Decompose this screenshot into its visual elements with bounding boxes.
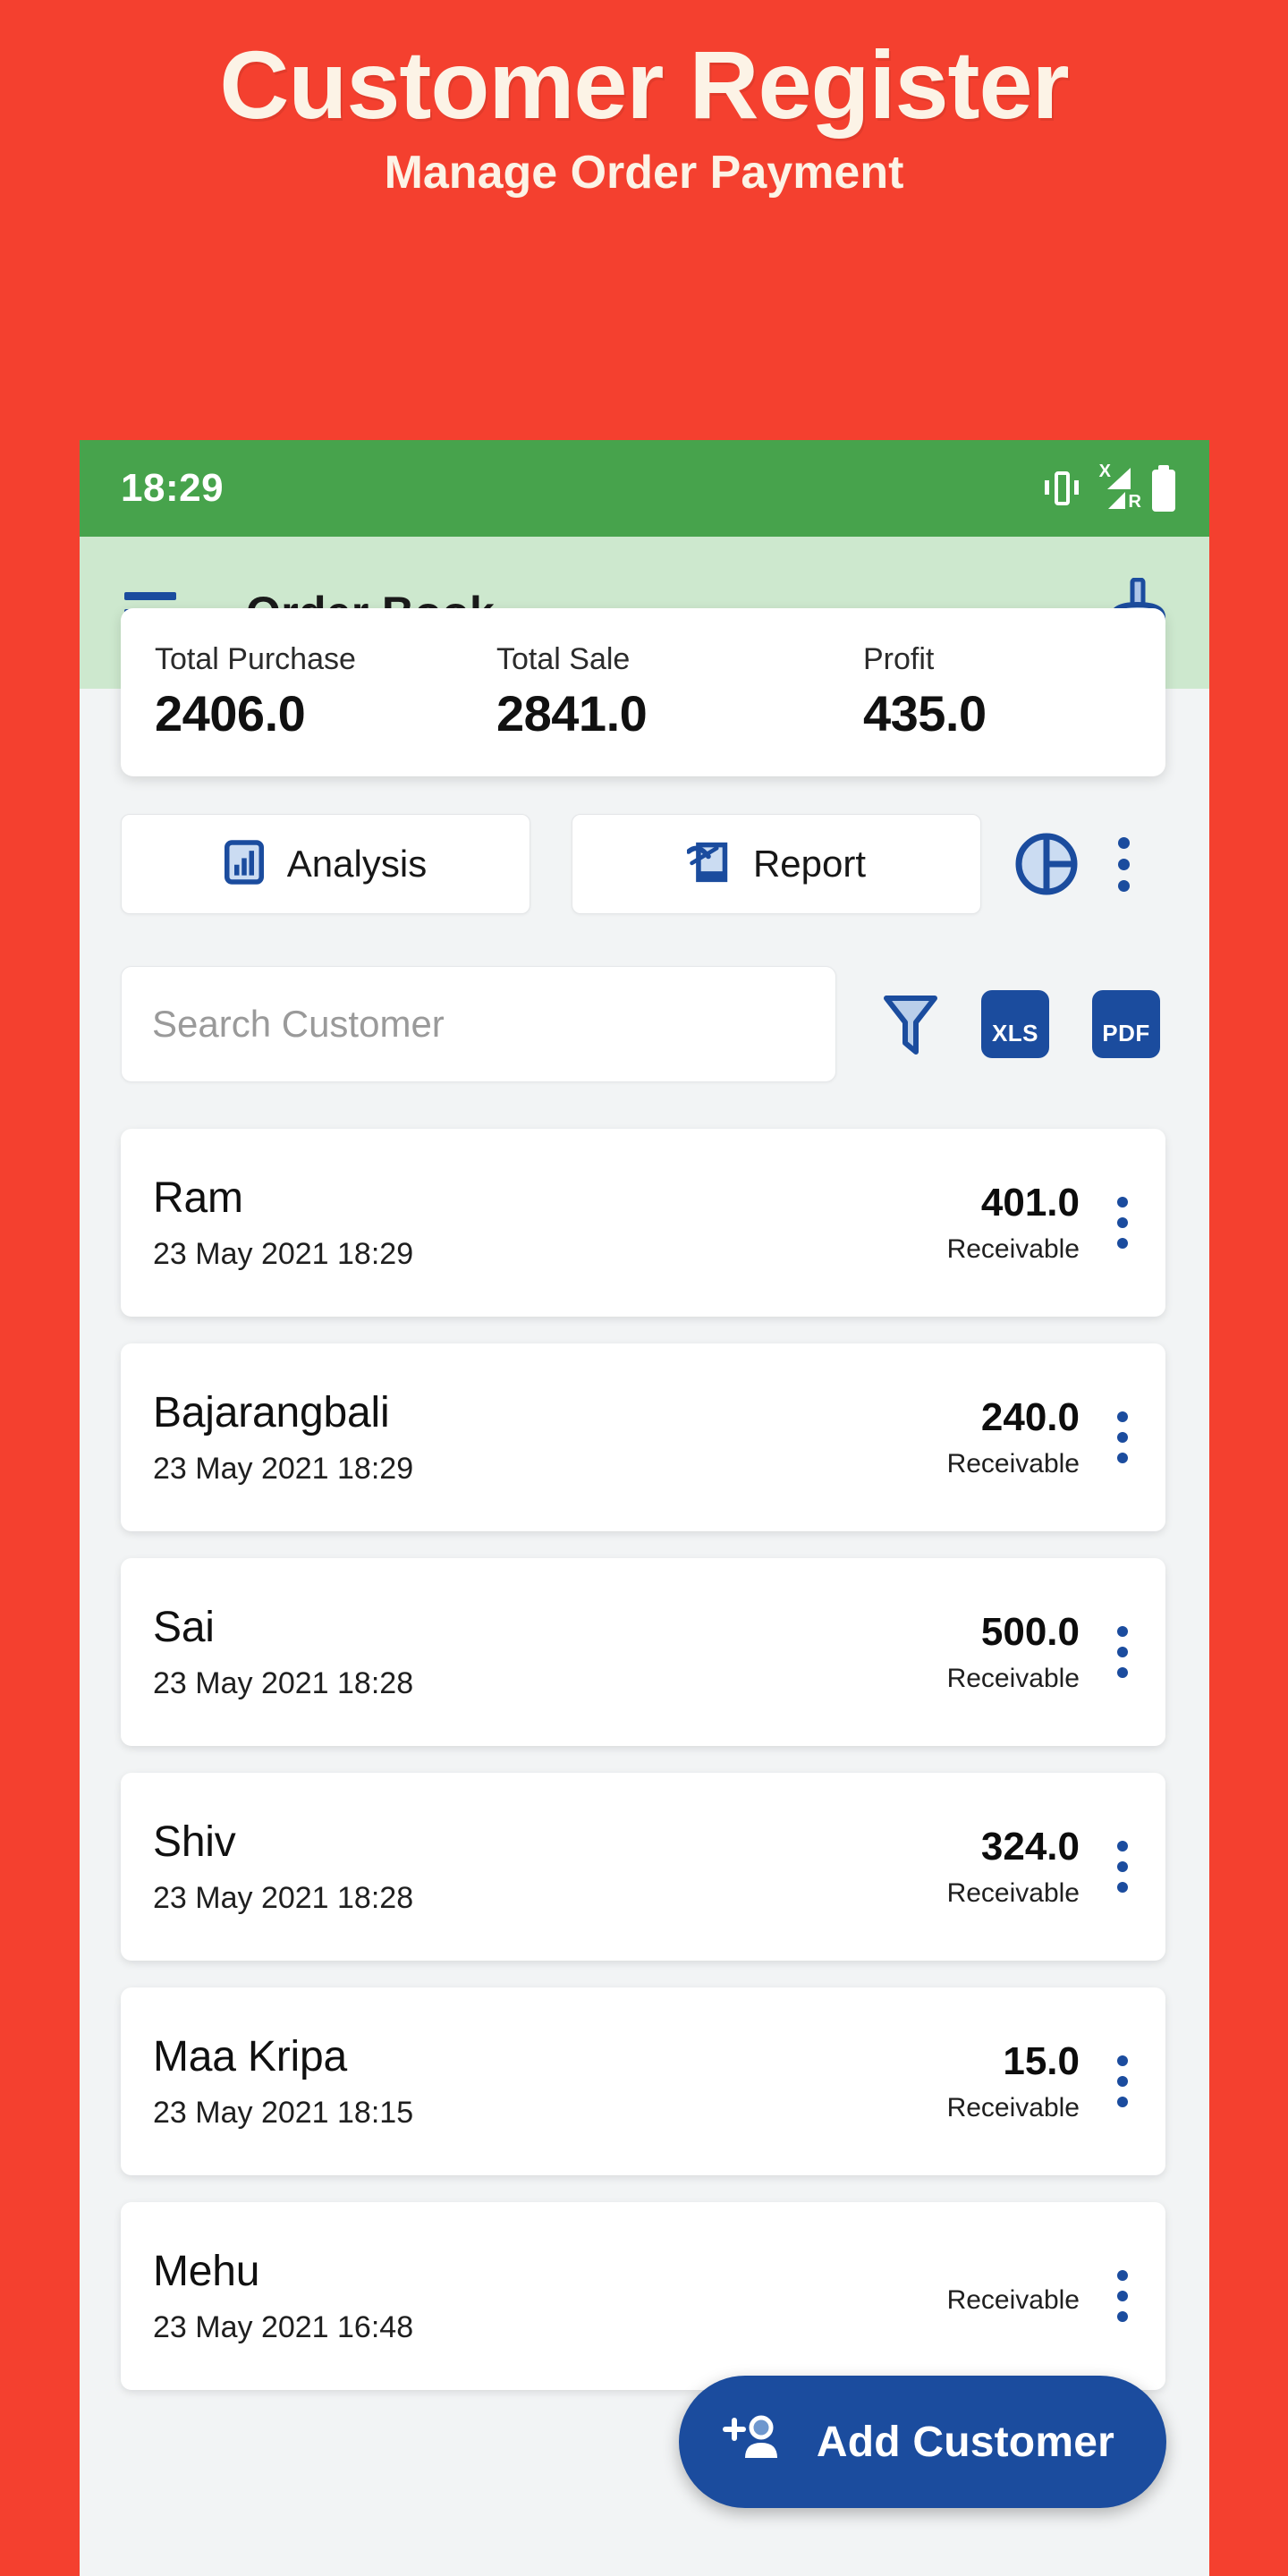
customer-amount-block: 240.0 Receivable xyxy=(947,1395,1080,1479)
customer-amount-block: 324.0 Receivable xyxy=(947,1825,1080,1909)
phone-screen: 18:29 X R Order Book xyxy=(80,440,1209,2576)
row-more-vertical-icon[interactable] xyxy=(1103,1197,1142,1249)
customer-date: 23 May 2021 16:48 xyxy=(153,2310,414,2344)
row-more-vertical-icon[interactable] xyxy=(1103,2270,1142,2322)
report-document-pen-icon xyxy=(686,840,730,889)
summary-label: Profit xyxy=(863,642,935,676)
row-more-vertical-icon[interactable] xyxy=(1103,2055,1142,2107)
report-button[interactable]: Report xyxy=(572,814,981,914)
customer-amount: 15.0 xyxy=(1003,2039,1080,2083)
analysis-button[interactable]: Analysis xyxy=(121,814,530,914)
customer-date: 23 May 2021 18:28 xyxy=(153,1666,414,1700)
table-row[interactable]: Mehu 23 May 2021 16:48 Receivable xyxy=(121,2202,1165,2390)
summary-item-profit: Profit 435.0 xyxy=(863,642,987,742)
table-row[interactable]: Maa Kripa 23 May 2021 18:15 15.0 Receiva… xyxy=(121,1987,1165,2175)
customer-info: Sai 23 May 2021 18:28 xyxy=(153,1603,947,1701)
customer-date: 23 May 2021 18:15 xyxy=(153,2096,414,2130)
row-more-vertical-icon[interactable] xyxy=(1103,1626,1142,1678)
customer-amount-block: Receivable xyxy=(947,2276,1080,2316)
more-vertical-icon[interactable] xyxy=(1103,836,1144,892)
customer-amount: 500.0 xyxy=(980,1610,1080,1654)
customer-name: Sai xyxy=(153,1604,215,1651)
summary-card: Total Purchase 2406.0 Total Sale 2841.0 … xyxy=(121,608,1165,776)
customer-date: 23 May 2021 18:29 xyxy=(153,1237,414,1271)
actions-row: Analysis Report xyxy=(121,814,1165,914)
promo-banner: Customer Register Manage Order Payment xyxy=(0,0,1288,440)
report-button-label: Report xyxy=(752,843,867,885)
customer-amount: 240.0 xyxy=(980,1395,1080,1439)
export-xls-label: XLS xyxy=(991,1020,1039,1046)
status-badge: Receivable xyxy=(946,1878,1080,1908)
customer-amount-block: 401.0 Receivable xyxy=(947,1181,1080,1265)
summary-label: Total Sale xyxy=(496,642,631,676)
customer-list: Ram 23 May 2021 18:29 401.0 Receivable B… xyxy=(121,1129,1165,2417)
vibrate-icon xyxy=(1045,468,1079,509)
customer-name: Ram xyxy=(153,1174,243,1222)
bar-chart-icon xyxy=(224,839,264,889)
status-bar-time: 18:29 xyxy=(121,466,225,510)
customer-info: Mehu 23 May 2021 16:48 xyxy=(153,2247,947,2345)
summary-item-total-purchase: Total Purchase 2406.0 xyxy=(155,642,496,742)
customer-name: Bajarangbali xyxy=(153,1389,390,1436)
funnel-filter-icon[interactable] xyxy=(883,993,938,1055)
search-input[interactable] xyxy=(152,1003,805,1046)
customer-info: Bajarangbali 23 May 2021 18:29 xyxy=(153,1388,947,1487)
customer-amount-block: 15.0 Receivable xyxy=(947,2039,1080,2123)
signal-r-label: R xyxy=(1128,492,1141,512)
customer-info: Maa Kripa 23 May 2021 18:15 xyxy=(153,2032,947,2131)
row-more-vertical-icon[interactable] xyxy=(1103,1411,1142,1463)
export-pdf-button[interactable]: PDF xyxy=(1092,990,1160,1058)
status-badge: Receivable xyxy=(946,1664,1080,1693)
status-bar-icons: X R xyxy=(1045,462,1175,512)
person-add-icon xyxy=(720,2413,784,2471)
analysis-button-label: Analysis xyxy=(286,843,428,885)
export-pdf-label: PDF xyxy=(1102,1020,1150,1046)
customer-name: Maa Kripa xyxy=(153,2033,347,2080)
status-badge: Receivable xyxy=(946,2285,1080,2315)
customer-amount: 324.0 xyxy=(980,1825,1080,1868)
summary-item-total-sale: Total Sale 2841.0 xyxy=(496,642,863,742)
table-row[interactable]: Shiv 23 May 2021 18:28 324.0 Receivable xyxy=(121,1773,1165,1961)
search-row: XLS PDF xyxy=(121,966,1165,1082)
row-more-vertical-icon[interactable] xyxy=(1103,1841,1142,1893)
summary-value: 2841.0 xyxy=(496,685,648,741)
table-row[interactable]: Bajarangbali 23 May 2021 18:29 240.0 Rec… xyxy=(121,1343,1165,1531)
battery-icon xyxy=(1152,465,1175,512)
customer-info: Ram 23 May 2021 18:29 xyxy=(153,1174,947,1272)
screen-content: Total Purchase 2406.0 Total Sale 2841.0 … xyxy=(80,608,1209,2576)
customer-name: Shiv xyxy=(153,1818,236,1866)
pie-chart-icon[interactable] xyxy=(1013,831,1080,897)
customer-info: Shiv 23 May 2021 18:28 xyxy=(153,1818,947,1916)
search-box[interactable] xyxy=(121,966,836,1082)
customer-name: Mehu xyxy=(153,2248,260,2295)
table-row[interactable]: Sai 23 May 2021 18:28 500.0 Receivable xyxy=(121,1558,1165,1746)
customer-date: 23 May 2021 18:28 xyxy=(153,1881,414,1915)
summary-value: 435.0 xyxy=(863,685,987,741)
promo-subtitle: Manage Order Payment xyxy=(384,147,904,199)
summary-value: 2406.0 xyxy=(155,685,306,741)
status-bar: 18:29 X R xyxy=(80,440,1209,537)
status-badge: Receivable xyxy=(946,2093,1080,2123)
status-badge: Receivable xyxy=(946,1449,1080,1479)
customer-amount-block: 500.0 Receivable xyxy=(947,1610,1080,1694)
table-row[interactable]: Ram 23 May 2021 18:29 401.0 Receivable xyxy=(121,1129,1165,1317)
summary-label: Total Purchase xyxy=(155,642,356,676)
export-xls-button[interactable]: XLS xyxy=(981,990,1049,1058)
status-badge: Receivable xyxy=(946,1234,1080,1264)
customer-amount: 401.0 xyxy=(980,1181,1080,1224)
signal-no-service-roaming-icon: X R xyxy=(1093,462,1141,512)
add-customer-label: Add Customer xyxy=(816,2418,1114,2466)
customer-date: 23 May 2021 18:29 xyxy=(153,1452,414,1486)
add-customer-button[interactable]: Add Customer xyxy=(678,2376,1166,2508)
promo-title: Customer Register xyxy=(219,30,1069,139)
